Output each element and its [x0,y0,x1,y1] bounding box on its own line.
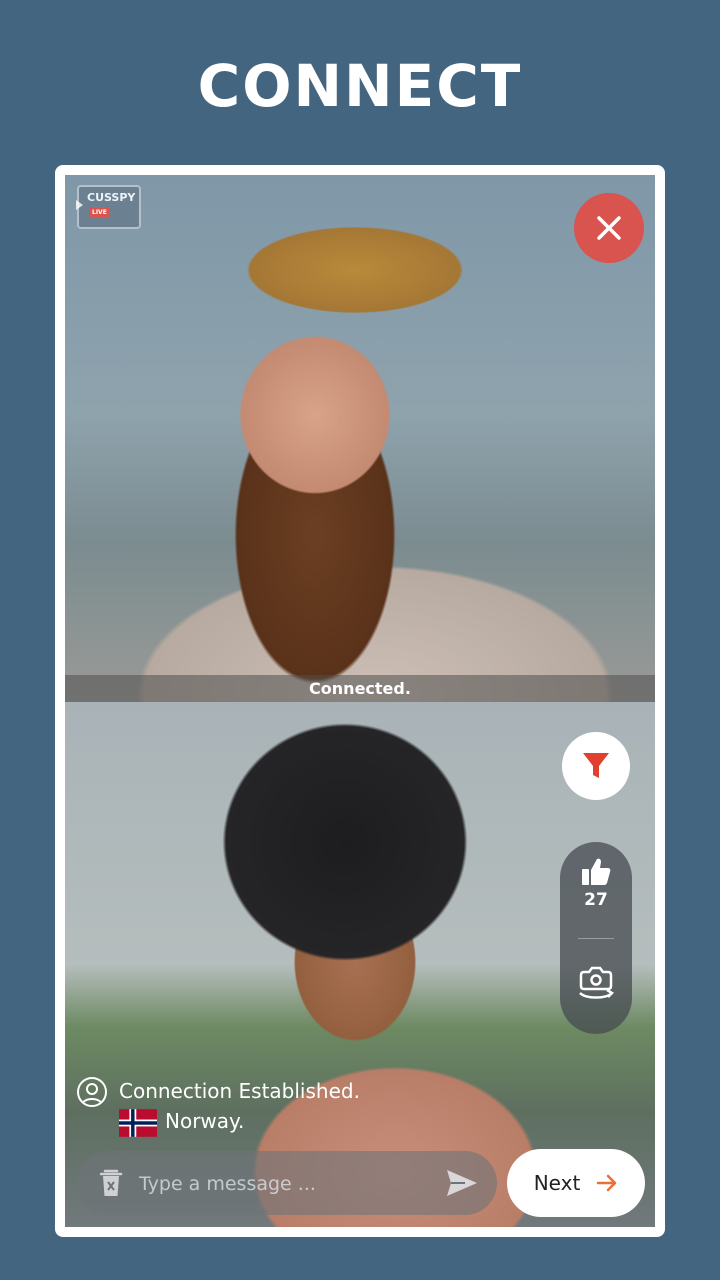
switch-camera-button[interactable] [560,954,632,1014]
message-bar [77,1151,497,1215]
logo-text: CUSSPY [87,191,136,204]
user-icon [77,1077,107,1107]
thumbs-up-icon [582,858,611,885]
filter-icon [583,753,609,778]
pill-divider [578,938,614,939]
like-count: 27 [584,890,608,910]
next-button[interactable]: Next [507,1149,645,1217]
app-screen: CUSSPY LIVE Connected. 27 Connection Est… [65,175,655,1227]
connection-status: Connected. [65,675,655,702]
close-button[interactable] [574,193,644,263]
connection-info: Connection Established. Norway. [77,1075,477,1147]
arrow-right-icon [597,1174,617,1192]
like-button[interactable]: 27 [560,856,632,926]
connection-message: Connection Established. [119,1079,360,1103]
close-icon [597,216,621,240]
filter-button[interactable] [562,732,630,800]
remote-video: CUSSPY LIVE Connected. [65,175,655,702]
play-icon [76,200,83,210]
trash-icon[interactable] [95,1167,127,1199]
app-logo: CUSSPY LIVE [76,185,141,229]
send-icon[interactable] [445,1167,479,1199]
phone-frame: CUSSPY LIVE Connected. 27 Connection Est… [55,165,665,1237]
headline: CONNECT [197,52,523,120]
switch-camera-icon [579,966,615,999]
next-label: Next [533,1171,581,1195]
norway-flag [119,1109,157,1137]
message-input[interactable] [137,1163,431,1205]
country-name: Norway. [165,1109,245,1133]
action-pill: 27 [560,842,632,1034]
live-badge: LIVE [89,208,110,217]
